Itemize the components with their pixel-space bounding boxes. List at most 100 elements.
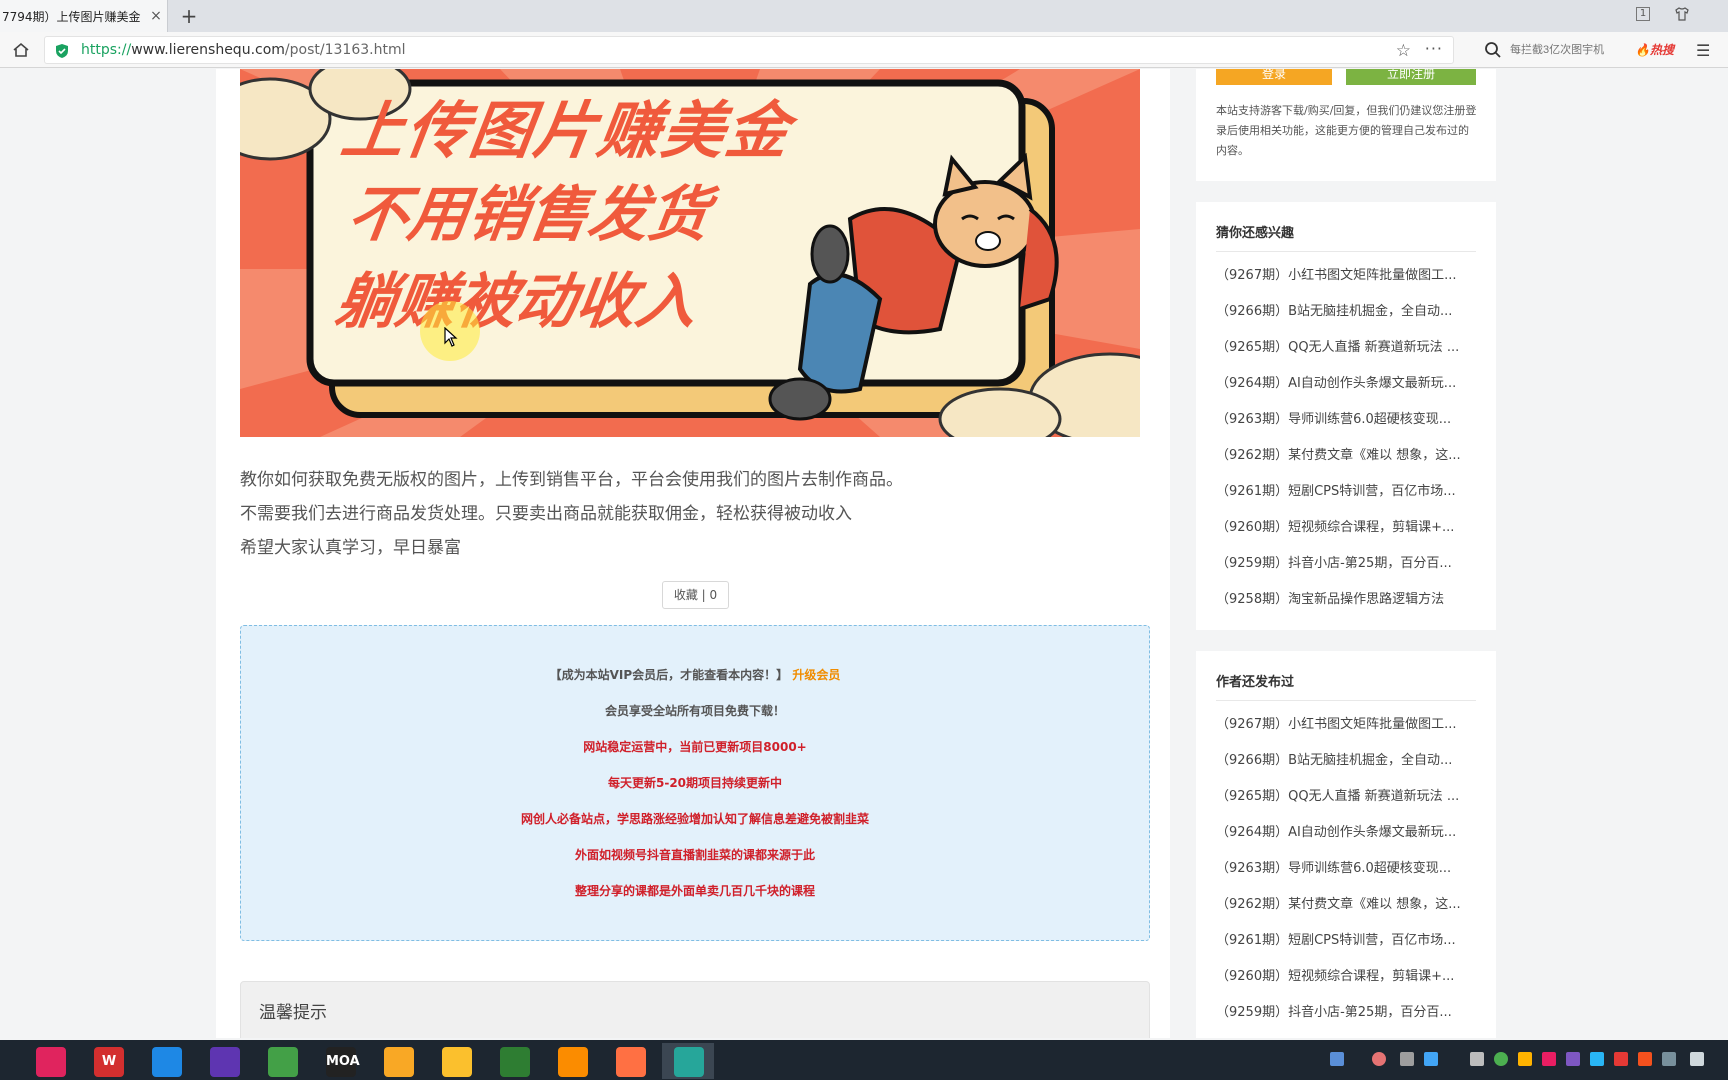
more-icon[interactable]: ··· <box>1425 39 1443 58</box>
display-tray-icon[interactable] <box>1662 1052 1676 1066</box>
file-explorer-app[interactable] <box>372 1043 424 1079</box>
post-content: 教你如何获取免费无版权的图片，上传到销售平台，平台会使用我们的图片去制作商品。 … <box>240 463 1140 565</box>
vip-benefit-line: 网站稳定运营中，当前已更新项目8000+ <box>583 740 807 754</box>
search-box[interactable]: 🔥热搜 <box>1480 36 1680 64</box>
vip-benefit-line: 网创人必备站点，学思路涨经验增加认知了解信息差避免被割韭菜 <box>520 812 869 826</box>
related-post-link[interactable]: （9263期）导师训练营6.0超硬核变现... <box>1216 408 1480 427</box>
vip-locked-box: 【成为本站VIP会员后，才能查看本内容！】 升级会员 会员享受全站所有项目免费下… <box>240 625 1150 941</box>
search-icon[interactable] <box>1484 41 1502 59</box>
author-post-link[interactable]: （9267期）小红书图文矩阵批量做图工... <box>1216 713 1480 732</box>
moa-app-icon: MOA <box>326 1047 360 1077</box>
related-post-link[interactable]: （9267期）小红书图文矩阵批量做图工... <box>1216 264 1480 283</box>
red-tray-icon[interactable] <box>1614 1052 1628 1066</box>
search-input[interactable] <box>1510 41 1610 59</box>
close-tab-icon[interactable]: × <box>148 8 164 24</box>
url-scheme: https:// <box>81 42 132 58</box>
related-post-link[interactable]: （9265期）QQ无人直播 新赛道新玩法 ... <box>1216 336 1480 355</box>
chat-tray-icon[interactable] <box>1400 1052 1414 1066</box>
related-posts-card: 猜你还感兴趣 （9267期）小红书图文矩阵批量做图工... （9266期）B站无… <box>1196 202 1496 630</box>
video-editor-app-icon <box>210 1047 240 1077</box>
author-post-link[interactable]: （9262期）某付费文章《难以 想象，这... <box>1216 893 1480 912</box>
url-field[interactable]: https://www.lierenshequ.com/post/13163.h… <box>44 36 1454 64</box>
record-tray-icon[interactable] <box>1372 1052 1386 1066</box>
favorite-button[interactable]: 收藏 | 0 <box>662 581 729 609</box>
banner-line-3: 躺赚被动收入 <box>331 267 702 337</box>
wps-app[interactable]: W <box>82 1043 134 1079</box>
vip-benefit-line: 外面如视频号抖音直播割韭菜的课都来源于此 <box>574 848 815 862</box>
shirt-icon[interactable] <box>1672 6 1692 26</box>
printer-tray-icon[interactable] <box>1470 1052 1484 1066</box>
new-tab-button[interactable]: + <box>178 5 200 27</box>
login-button[interactable]: 登录 <box>1216 69 1332 85</box>
video-editor-app[interactable] <box>198 1043 250 1079</box>
post-paragraph: 希望大家认真学习，早日暴富 <box>240 538 461 558</box>
media-app-icon <box>616 1047 646 1077</box>
related-post-link[interactable]: （9259期）抖音小店-第25期，百分百... <box>1216 552 1480 571</box>
author-post-link[interactable]: （9266期）B站无脑挂机掘金，全自动... <box>1216 749 1480 768</box>
author-posts-card: 作者还发布过 （9267期）小红书图文矩阵批量做图工... （9266期）B站无… <box>1196 651 1496 1038</box>
browser-tab-bar: 7794期）上传图片赚美金 × + 1 <box>0 0 1728 32</box>
url-path: /post/13163.html <box>284 42 406 58</box>
purple-tray-icon[interactable] <box>1566 1052 1580 1066</box>
login-note: 本站支持游客下载/购买/回复，但我们仍建议您注册登录后使用相关功能，这能更方便的… <box>1216 104 1477 157</box>
author-posts-title: 作者还发布过 <box>1216 671 1476 701</box>
wps-app-icon: W <box>94 1047 124 1077</box>
browser-tab[interactable]: 7794期）上传图片赚美金 × <box>0 0 168 32</box>
post-paragraph: 教你如何获取免费无版权的图片，上传到销售平台，平台会使用我们的图片去制作商品。 <box>240 470 903 490</box>
green-tray-icon[interactable] <box>1494 1052 1508 1066</box>
related-post-link[interactable]: （9261期）短剧CPS特训营，百亿市场... <box>1216 480 1480 499</box>
mouse-cursor-icon <box>444 327 458 347</box>
clock-tray-icon[interactable] <box>1690 1052 1704 1066</box>
bookmark-star-icon[interactable]: ☆ <box>1396 41 1411 61</box>
checkbox-tray-icon[interactable] <box>1330 1052 1344 1066</box>
url-host: www.lierenshequ.com <box>131 42 285 58</box>
screen-recorder-app[interactable] <box>662 1043 714 1079</box>
windows-taskbar: W MOA <box>0 1040 1728 1080</box>
register-button[interactable]: 立即注册 <box>1346 69 1476 85</box>
green-app[interactable] <box>256 1043 308 1079</box>
tab-count-badge[interactable]: 1 <box>1636 7 1650 21</box>
vip-prompt-line: 【成为本站VIP会员后，才能查看本内容！】 升级会员 <box>241 666 1149 683</box>
wechat-app[interactable] <box>488 1043 540 1079</box>
vip-benefit-line: 每天更新5-20期项目持续更新中 <box>607 776 783 790</box>
network-tray-icon[interactable] <box>1590 1052 1604 1066</box>
media-app[interactable] <box>604 1043 656 1079</box>
upgrade-member-link[interactable]: 升级会员 <box>792 668 840 682</box>
author-post-link[interactable]: （9259期）抖音小店-第25期，百分百... <box>1216 1001 1480 1020</box>
cloud-tray-icon[interactable] <box>1424 1052 1438 1066</box>
related-post-link[interactable]: （9266期）B站无脑挂机掘金，全自动... <box>1216 300 1480 319</box>
url-text: https://www.lierenshequ.com/post/13163.h… <box>81 42 405 58</box>
chrome-app-icon <box>442 1047 472 1077</box>
author-post-link[interactable]: （9265期）QQ无人直播 新赛道新玩法 ... <box>1216 785 1480 804</box>
moa-app[interactable]: MOA <box>314 1043 366 1079</box>
hot-search-badge[interactable]: 🔥热搜 <box>1635 41 1674 58</box>
login-card: 登录 立即注册 本站支持游客下载/购买/回复，但我们仍建议您注册登录后使用相关功… <box>1196 69 1496 181</box>
author-post-link[interactable]: （9263期）导师训练营6.0超硬核变现... <box>1216 857 1480 876</box>
home-icon[interactable] <box>12 41 30 59</box>
app-pink-icon <box>36 1047 66 1077</box>
related-post-link[interactable]: （9260期）短视频综合课程，剪辑课+... <box>1216 516 1480 535</box>
screen-recorder-app-icon <box>674 1047 704 1077</box>
cloud-drive-app-icon <box>558 1047 588 1077</box>
hot-search-label: 热搜 <box>1649 43 1674 57</box>
related-post-link[interactable]: （9264期）AI自动创作头条爆文最新玩... <box>1216 372 1480 391</box>
notice-panel: 温馨提示 <box>240 981 1150 1038</box>
pink-tray-icon[interactable] <box>1542 1052 1556 1066</box>
author-post-link[interactable]: （9260期）短视频综合课程，剪辑课+... <box>1216 965 1480 984</box>
menu-icon[interactable]: ☰ <box>1696 41 1710 60</box>
app-pink[interactable] <box>24 1043 76 1079</box>
post-main: 上传图片赚美金 不用销售发货 躺赚被动收入 教你如何获取免费无版权的图片，上传到… <box>216 69 1170 1038</box>
yellow-tray-icon[interactable] <box>1518 1052 1532 1066</box>
address-toolbar: https://www.lierenshequ.com/post/13163.h… <box>0 32 1728 68</box>
chrome-app[interactable] <box>430 1043 482 1079</box>
volume-tray-icon[interactable] <box>1638 1052 1652 1066</box>
related-post-link[interactable]: （9258期）淘宝新品操作思路逻辑方法 <box>1216 588 1480 607</box>
wechat-app-icon <box>500 1047 530 1077</box>
baidu-netdisk-app[interactable] <box>140 1043 192 1079</box>
author-post-link[interactable]: （9261期）短剧CPS特训营，百亿市场... <box>1216 929 1480 948</box>
author-post-link[interactable]: （9264期）AI自动创作头条爆文最新玩... <box>1216 821 1480 840</box>
fire-icon: 🔥 <box>1635 43 1650 57</box>
cloud-drive-app[interactable] <box>546 1043 598 1079</box>
related-post-link[interactable]: （9262期）某付费文章《难以 想象，这... <box>1216 444 1480 463</box>
notice-title: 温馨提示 <box>259 1003 327 1023</box>
